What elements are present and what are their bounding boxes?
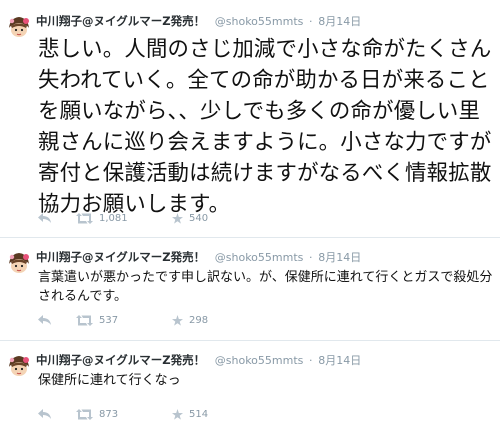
tweet-text: 保健所に連れて行くなっ	[38, 373, 181, 388]
avatar[interactable]	[6, 14, 32, 40]
tweet-header: 中川翔子@ヌイグルマーZ発売！ @shoko55mmts · 8月14日	[36, 353, 361, 368]
favorite-star-icon	[172, 408, 183, 420]
reply-button[interactable]	[38, 409, 76, 419]
retweet-button[interactable]: 537	[76, 314, 172, 326]
tweet[interactable]: 中川翔子@ヌイグルマーZ発売！ @shoko55mmts · 8月14日 言葉遣…	[0, 238, 500, 341]
retweet-icon	[76, 408, 93, 420]
reply-icon	[38, 409, 51, 419]
timestamp[interactable]: 8月14日	[318, 354, 361, 367]
favorite-button[interactable]: 298	[172, 314, 232, 326]
timestamp[interactable]: 8月14日	[318, 251, 361, 264]
retweet-count: 537	[99, 314, 119, 326]
tweet[interactable]: 中川翔子@ヌイグルマーZ発売！ @shoko55mmts · 8月14日 保健所…	[0, 341, 500, 434]
user-handle[interactable]: @shoko55mmts	[215, 354, 304, 367]
separator: ·	[309, 354, 313, 367]
reply-icon	[38, 213, 51, 223]
reply-button[interactable]	[38, 213, 76, 223]
tweet[interactable]: 中川翔子@ヌイグルマーZ発売！ @shoko55mmts · 8月14日 悲しい…	[0, 0, 500, 238]
timestamp[interactable]: 8月14日	[318, 15, 361, 28]
tweet-actions: 1,081 540	[38, 211, 232, 225]
favorite-star-icon	[172, 212, 183, 224]
display-name[interactable]: 中川翔子@ヌイグルマーZ発売！	[36, 250, 205, 264]
retweet-button[interactable]: 1,081	[76, 212, 172, 224]
reply-icon	[38, 315, 51, 325]
favorite-count: 540	[189, 212, 209, 224]
favorite-star-icon	[172, 314, 183, 326]
tweet-text: 言葉遣いが悪かったです申し訳ない。が、保健所に連れて行くとガスで殺処分されるんで…	[38, 270, 493, 304]
reply-button[interactable]	[38, 315, 76, 325]
retweet-icon	[76, 212, 93, 224]
favorite-count: 298	[189, 314, 209, 326]
favorite-count: 514	[189, 408, 209, 420]
favorite-button[interactable]: 514	[172, 408, 232, 420]
tweet-actions: 537 298	[38, 313, 232, 327]
display-name[interactable]: 中川翔子@ヌイグルマーZ発売！	[36, 14, 205, 28]
tweet-header: 中川翔子@ヌイグルマーZ発売！ @shoko55mmts · 8月14日	[36, 14, 361, 29]
display-name[interactable]: 中川翔子@ヌイグルマーZ発売！	[36, 353, 205, 367]
tweet-actions: 873 514	[38, 407, 232, 421]
retweet-button[interactable]: 873	[76, 408, 172, 420]
separator: ·	[309, 15, 313, 28]
user-handle[interactable]: @shoko55mmts	[215, 251, 304, 264]
user-handle[interactable]: @shoko55mmts	[215, 15, 304, 28]
tweet-text: 悲しい。人間のさじ加減で小さな命がたくさん失われていく。全ての命が助かる日が来る…	[38, 37, 492, 217]
avatar[interactable]	[6, 353, 32, 379]
favorite-button[interactable]: 540	[172, 212, 232, 224]
retweet-icon	[76, 314, 93, 326]
avatar[interactable]	[6, 250, 32, 276]
separator: ·	[309, 251, 313, 264]
timeline: 中川翔子@ヌイグルマーZ発売！ @shoko55mmts · 8月14日 悲しい…	[0, 0, 500, 434]
retweet-count: 1,081	[99, 212, 128, 224]
tweet-header: 中川翔子@ヌイグルマーZ発売！ @shoko55mmts · 8月14日	[36, 250, 361, 265]
retweet-count: 873	[99, 408, 119, 420]
